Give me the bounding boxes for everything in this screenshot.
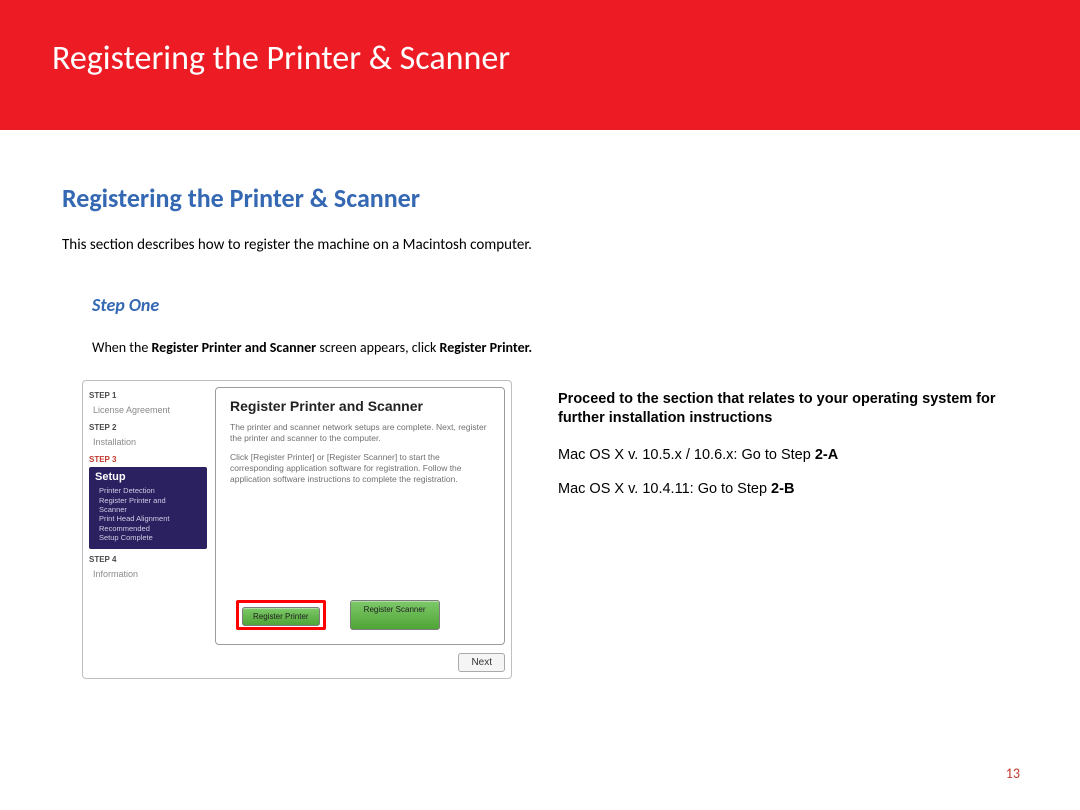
panel-title: Register Printer and Scanner — [230, 398, 490, 414]
slide-body: Registering the Printer & Scanner This s… — [0, 130, 1080, 679]
header-title: Registering the Printer & Scanner — [52, 38, 1028, 79]
step-ref: 2-B — [771, 481, 794, 497]
text: Mac OS X v. 10.4.11: Go to Step — [558, 481, 771, 497]
sidebar-setup-sub: Setup Complete — [95, 533, 201, 542]
panel-button-row: Register Printer Register Scanner — [230, 600, 490, 632]
step-one-instruction: When the Register Printer and Scanner sc… — [92, 338, 1022, 358]
panel-paragraph: The printer and scanner network setups a… — [230, 422, 490, 444]
installer-main-panel: Register Printer and Scanner The printer… — [207, 387, 505, 672]
os-line-1: Mac OS X v. 10.5.x / 10.6.x: Go to Step … — [558, 447, 1022, 463]
os-line-2: Mac OS X v. 10.4.11: Go to Step 2-B — [558, 481, 1022, 497]
step-one-heading: Step One — [92, 294, 1022, 316]
sidebar-setup-title: Setup — [95, 471, 201, 485]
sidebar-setup-sub: Register Printer and — [95, 496, 201, 505]
screenshot-container: STEP 1 License Agreement STEP 2 Installa… — [62, 380, 512, 679]
os-instructions: Proceed to the section that relates to y… — [512, 380, 1022, 515]
sidebar-setup-sub: Recommended — [95, 524, 201, 533]
bold-text: Register Printer and Scanner — [151, 339, 316, 356]
sidebar-setup-sub: Scanner — [95, 505, 201, 514]
installer-inner-box: Register Printer and Scanner The printer… — [215, 387, 505, 645]
installer-screenshot: STEP 1 License Agreement STEP 2 Installa… — [82, 380, 512, 679]
text: screen appears, click — [316, 339, 439, 356]
sidebar-setup-sub: Print Head Alignment — [95, 514, 201, 523]
register-scanner-button[interactable]: Register Scanner — [350, 600, 440, 630]
sidebar-item-installation: Installation — [89, 435, 207, 449]
highlight-register-printer: Register Printer — [236, 600, 326, 630]
sidebar-item-information: Information — [89, 567, 207, 581]
sidebar-setup-block: Setup Printer Detection Register Printer… — [89, 467, 207, 549]
next-row: Next — [215, 645, 505, 672]
sidebar-step3-label: STEP 3 — [89, 455, 207, 464]
sidebar-setup-sub: Printer Detection — [95, 486, 201, 495]
bold-text: Register Printer. — [440, 339, 533, 356]
text: Mac OS X v. 10.5.x / 10.6.x: Go to Step — [558, 447, 815, 463]
panel-paragraph: Click [Register Printer] or [Register Sc… — [230, 452, 490, 485]
section-heading: Registering the Printer & Scanner — [62, 182, 1022, 214]
sidebar-step1-label: STEP 1 — [89, 391, 207, 400]
slide-header: Registering the Printer & Scanner — [0, 0, 1080, 130]
sidebar-step4-label: STEP 4 — [89, 555, 207, 564]
page-number: 13 — [1006, 765, 1020, 782]
sidebar-item-license: License Agreement — [89, 403, 207, 417]
installer-sidebar: STEP 1 License Agreement STEP 2 Installa… — [89, 387, 207, 672]
step-ref: 2-A — [815, 447, 838, 463]
proceed-instruction: Proceed to the section that relates to y… — [558, 390, 1022, 429]
section-description: This section describes how to register t… — [62, 236, 1022, 254]
text: When the — [92, 339, 151, 356]
sidebar-step2-label: STEP 2 — [89, 423, 207, 432]
register-printer-button[interactable]: Register Printer — [242, 607, 320, 626]
next-button[interactable]: Next — [458, 653, 505, 672]
